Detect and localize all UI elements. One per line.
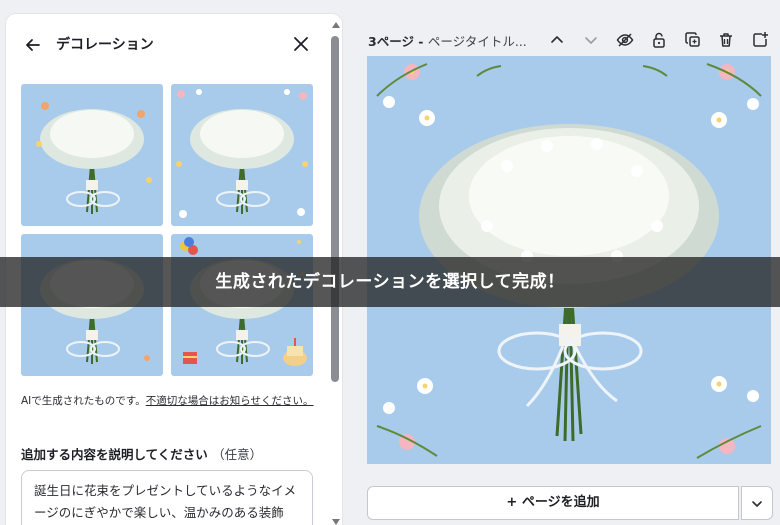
scroll-down-icon[interactable] [332, 519, 340, 525]
chevron-down-icon[interactable] [582, 31, 600, 49]
description-input[interactable]: 誕生日に花束をプレゼントしているようなイメージのにぎやかで楽しい、温かみのある装… [21, 470, 313, 525]
ai-notice: AIで生成されたものです。不適切な場合はお知らせください。 [21, 393, 321, 410]
lock-icon[interactable] [650, 31, 668, 49]
panel-title: デコレーション [56, 37, 154, 53]
decoration-option-1[interactable] [21, 84, 163, 226]
scroll-thumb[interactable] [331, 36, 339, 382]
add-page-options-button[interactable] [741, 486, 773, 520]
description-label: 追加する内容を説明してください （任意） [21, 444, 262, 463]
eye-icon[interactable] [616, 31, 634, 49]
chevron-down-icon [752, 501, 762, 507]
close-icon[interactable] [292, 35, 310, 53]
report-link[interactable]: 不適切な場合はお知らせください。 [146, 395, 314, 407]
scroll-up-icon[interactable] [332, 22, 340, 28]
arrow-left-icon[interactable] [24, 36, 42, 54]
description-label-text: 追加する内容を説明してください [21, 447, 208, 462]
page-title-text[interactable]: ページタイトル... [428, 34, 527, 49]
chevron-up-icon[interactable] [548, 31, 566, 49]
trash-icon[interactable] [717, 31, 735, 49]
panel-header: デコレーション [6, 14, 342, 72]
page-toolbar: 3ページ - ページタイトル... [358, 28, 780, 52]
ai-note-text: AIで生成されたものです。 [21, 395, 146, 407]
add-page-icon[interactable] [751, 31, 769, 49]
decoration-option-2[interactable] [171, 84, 313, 226]
page-title: 3ページ - ページタイトル... [368, 31, 527, 50]
description-optional: （任意） [212, 447, 263, 462]
duplicate-icon[interactable] [684, 31, 702, 49]
instruction-banner: 生成されたデコレーションを選択して完成！ [0, 257, 780, 307]
add-page-button[interactable]: + ページを追加 [367, 486, 739, 520]
page-number: 3ページ - [368, 34, 428, 49]
